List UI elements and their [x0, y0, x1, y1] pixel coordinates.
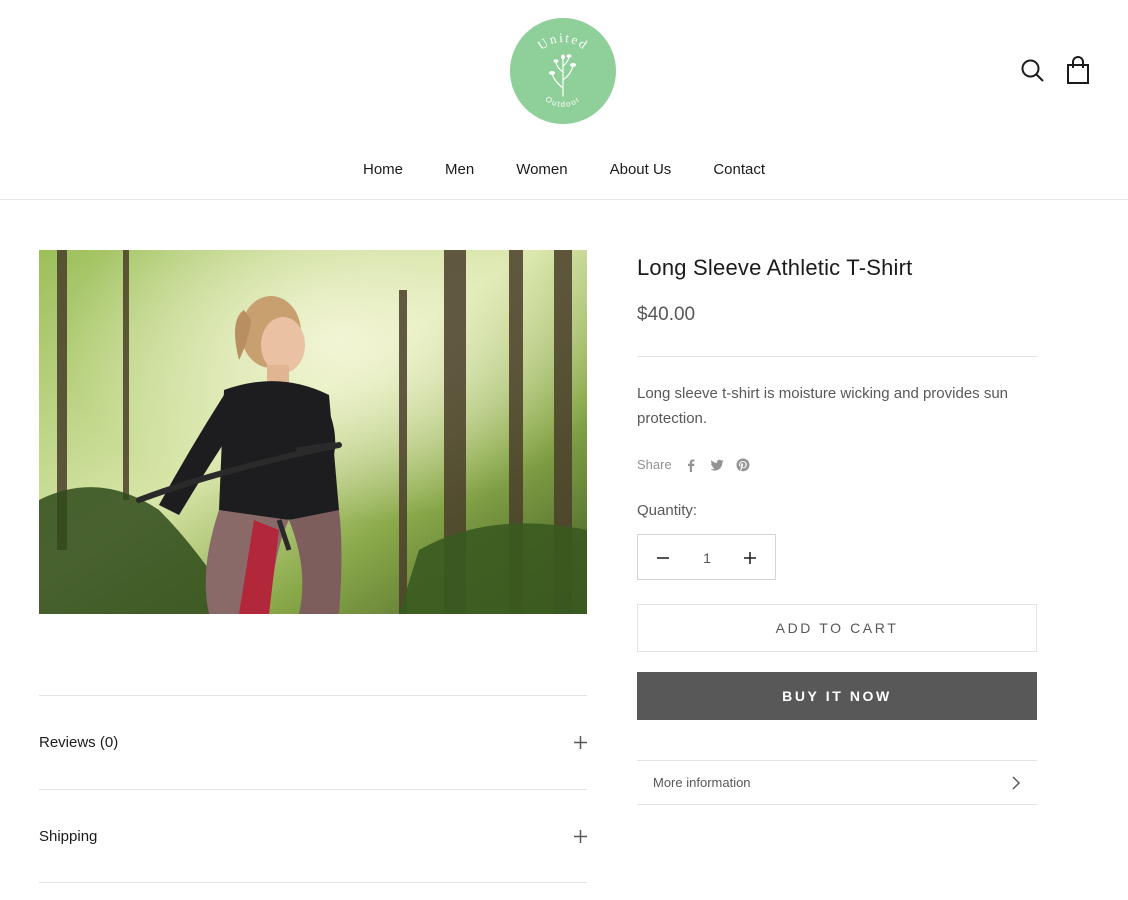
svg-text:United: United [535, 30, 592, 53]
add-to-cart-button[interactable]: ADD TO CART [637, 604, 1037, 652]
quantity-input[interactable] [688, 545, 726, 571]
site-header: United Outdoor Home Men Women About Us C… [0, 0, 1128, 200]
shopping-bag-icon[interactable] [1065, 56, 1091, 84]
nav-item-men[interactable]: Men [424, 160, 495, 180]
reviews-label: Reviews (0) [39, 734, 119, 751]
logo-bottom-text: Outdoor [544, 94, 581, 109]
svg-text:Outdoor: Outdoor [544, 94, 583, 109]
shipping-accordion[interactable]: Shipping [39, 789, 587, 883]
more-information-label: More information [653, 775, 751, 790]
share-label: Share [637, 457, 672, 472]
product-image[interactable] [39, 250, 587, 614]
store-logo[interactable]: United Outdoor [510, 18, 616, 124]
quantity-label: Quantity: [637, 502, 698, 519]
divider [637, 356, 1037, 357]
reviews-count: (0) [99, 734, 119, 751]
pinterest-icon[interactable] [736, 458, 750, 472]
minus-icon[interactable] [648, 543, 678, 573]
nav-item-women[interactable]: Women [495, 160, 588, 180]
product-title: Long Sleeve Athletic T-Shirt [637, 255, 913, 280]
shipping-label: Shipping [39, 828, 98, 845]
more-information-link[interactable]: More information [637, 760, 1037, 805]
buy-it-now-button[interactable]: BUY IT NOW [637, 672, 1037, 720]
plus-icon [574, 830, 587, 843]
product-price: $40.00 [637, 304, 696, 325]
main-navigation: Home Men Women About Us Contact [0, 160, 1128, 180]
nav-item-contact[interactable]: Contact [692, 160, 786, 180]
nav-item-home[interactable]: Home [342, 160, 424, 180]
logo-leaf-icon: United Outdoor [535, 30, 592, 109]
plus-icon[interactable] [735, 543, 765, 573]
product-description: Long sleeve t-shirt is moisture wicking … [637, 385, 1009, 427]
chevron-right-icon [1012, 776, 1021, 790]
quantity-stepper [637, 534, 776, 580]
nav-item-about-us[interactable]: About Us [589, 160, 693, 180]
search-icon[interactable] [1020, 58, 1046, 84]
plus-icon [574, 736, 587, 749]
twitter-icon[interactable] [710, 458, 724, 472]
share-row: Share [637, 457, 762, 472]
logo-top-text: United [535, 30, 590, 53]
reviews-accordion[interactable]: Reviews (0) [39, 695, 587, 789]
facebook-icon[interactable] [684, 458, 698, 472]
